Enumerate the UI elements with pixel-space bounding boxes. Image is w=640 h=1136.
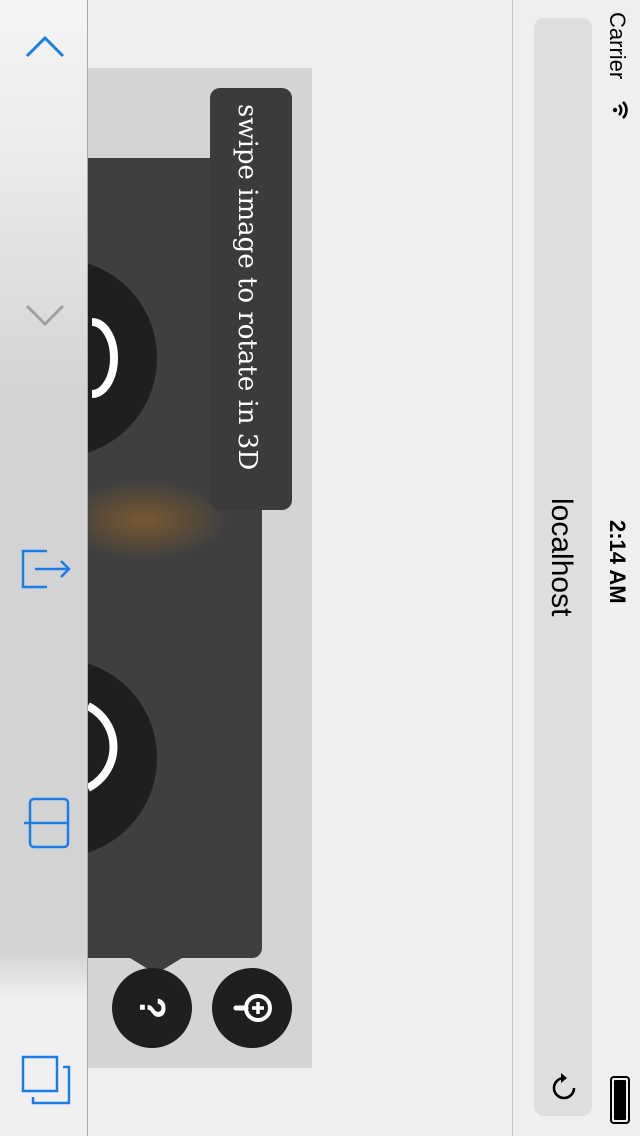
- browser-toolbar: [0, 0, 88, 1136]
- tooltip-text: swipe image to rotate in 3D: [232, 104, 262, 471]
- bookmarks-button[interactable]: [14, 792, 76, 854]
- share-button[interactable]: [14, 538, 76, 600]
- previous-button[interactable]: [14, 14, 76, 76]
- help-icon: ?: [132, 997, 173, 1019]
- tabs-icon: [21, 1055, 71, 1105]
- object-image: [88, 480, 228, 560]
- bookmarks-icon: [24, 797, 70, 849]
- battery-icon: [610, 1076, 630, 1124]
- chevron-down-icon: [25, 304, 65, 326]
- help-button[interactable]: ?: [112, 968, 192, 1048]
- rotate-loop-icon: [88, 702, 118, 792]
- rotate-arc-icon: [91, 318, 118, 398]
- reload-icon[interactable]: [548, 1072, 580, 1104]
- zoom-button[interactable]: [212, 968, 292, 1048]
- share-icon: [21, 549, 71, 589]
- next-button[interactable]: [14, 280, 76, 342]
- wifi-icon: [612, 101, 628, 119]
- url-host: localhost: [545, 498, 578, 617]
- tabs-button[interactable]: [14, 1048, 76, 1110]
- carrier-label: Carrier: [605, 12, 630, 80]
- zoom-in-icon: [233, 994, 272, 1022]
- chevron-up-icon: [25, 35, 65, 58]
- clock-time: 2:14 AM: [605, 520, 630, 604]
